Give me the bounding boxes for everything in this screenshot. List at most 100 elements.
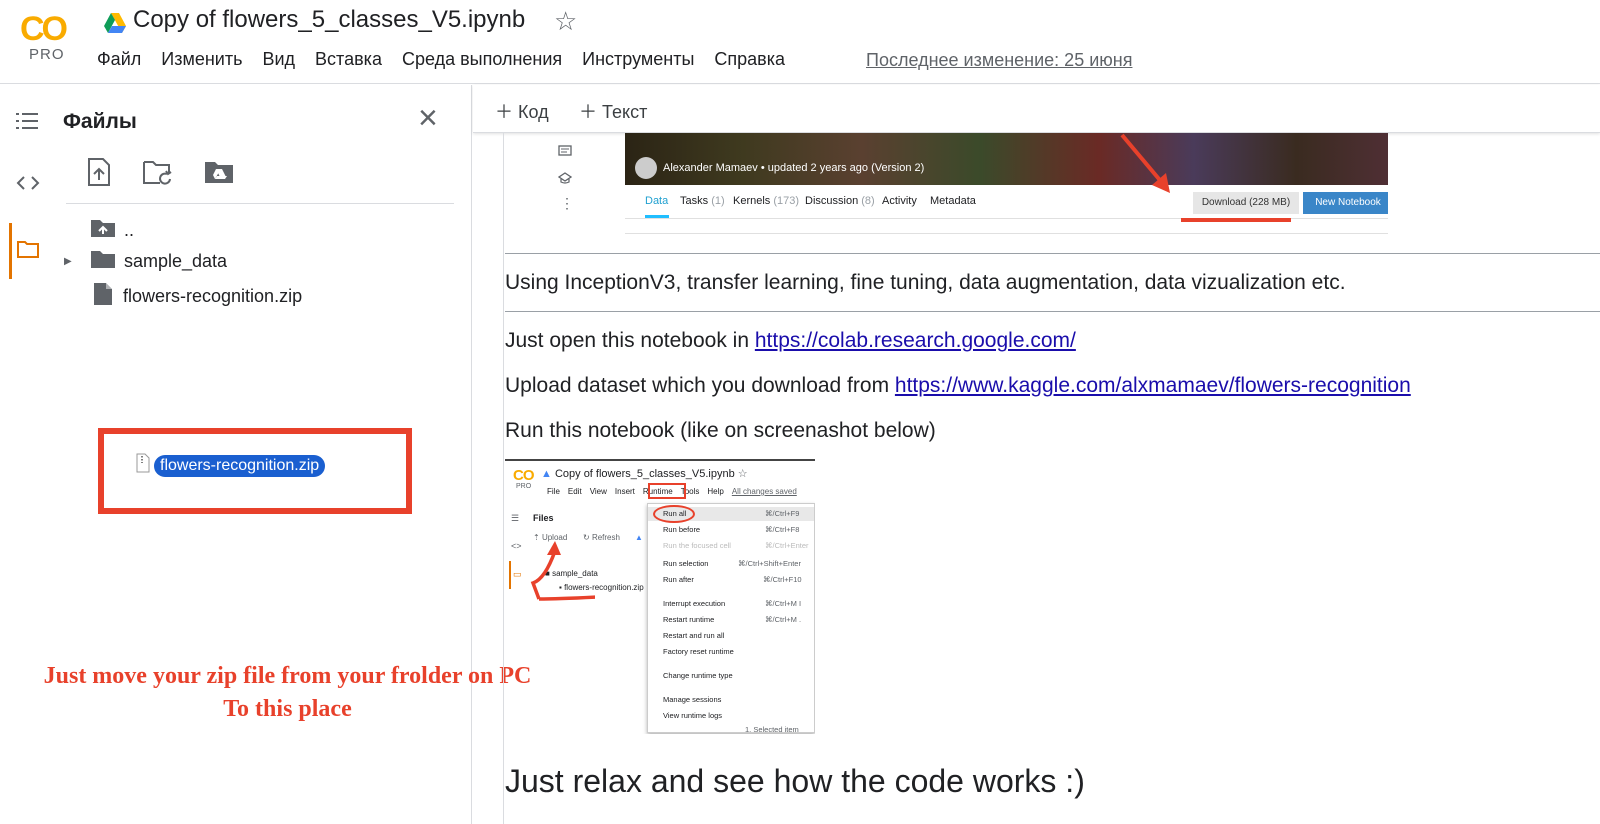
files-divider xyxy=(66,203,454,204)
file-icon xyxy=(93,282,113,311)
section-divider xyxy=(505,253,1600,254)
kaggle-tab-metadata: Metadata xyxy=(930,195,976,207)
rail-active-indicator xyxy=(9,223,12,279)
tree-item-label: sample_data xyxy=(124,251,228,271)
kaggle-tab-data: Data xyxy=(645,195,669,207)
runtime-menu-screenshot: CO PRO ▲ Copy of flowers_5_classes_V5.ip… xyxy=(505,459,815,734)
run-notebook-text: Run this notebook (like on screenashot b… xyxy=(505,419,936,442)
comment-icon xyxy=(558,145,572,162)
colab-link[interactable]: https://colab.research.google.com/ xyxy=(755,329,1076,352)
dragged-file-name: flowers-recognition.zip xyxy=(154,454,326,477)
tree-item-sample-data[interactable]: ▶ sample_data xyxy=(64,249,227,274)
active-tab-underline xyxy=(645,215,669,218)
mini-title: ▲ Copy of flowers_5_classes_V5.ipynb ☆ xyxy=(541,468,748,480)
tree-item-label: flowers-recognition.zip xyxy=(123,286,303,306)
mini-dd-item: Interrupt execution xyxy=(663,599,726,608)
mini-dd-item: Manage sessions xyxy=(663,695,722,704)
kaggle-author-line: Alexander Mamaev • updated 2 years ago (… xyxy=(663,162,925,174)
mini-red-arrow xyxy=(530,541,595,601)
app-header: CO PRO Copy of flowers_5_classes_V5.ipyn… xyxy=(0,0,1600,84)
menu-insert[interactable]: Вставка xyxy=(315,49,382,70)
menu-file[interactable]: Файл xyxy=(97,49,141,70)
mini-star-icon: ☆ xyxy=(737,468,748,480)
notebook-title[interactable]: Copy of flowers_5_classes_V5.ipynb xyxy=(133,6,525,34)
mini-folder-icon: ▭ xyxy=(513,569,522,579)
upload-dataset-text: Upload dataset which you download from h… xyxy=(505,374,1411,398)
mini-footer: 1. Selected item xyxy=(745,725,799,734)
mini-toc-icon: ☰ xyxy=(511,513,520,523)
refresh-folder-icon[interactable] xyxy=(142,159,174,192)
add-text-button[interactable]: ＋ Текст xyxy=(579,98,647,124)
mini-drive-icon: ▲ xyxy=(635,533,643,542)
close-icon[interactable]: × xyxy=(418,99,438,138)
notebook-main: ＋ Код ＋ Текст ⋮ Alexander Mamaev • updat… xyxy=(473,85,1600,824)
mini-dd-shortcut: ⌘/Ctrl+Shift+Enter xyxy=(738,559,801,568)
dragged-file-chip[interactable]: flowers-recognition.zip xyxy=(136,453,326,478)
files-folder-icon[interactable] xyxy=(16,239,40,265)
open-notebook-text: Just open this notebook in https://colab… xyxy=(505,329,1076,353)
add-code-button[interactable]: ＋ Код xyxy=(495,98,549,124)
mini-files-label: Files xyxy=(533,513,554,523)
mini-dd-item: View runtime logs xyxy=(663,711,723,720)
add-code-label: Код xyxy=(518,102,549,122)
plus-icon: ＋ xyxy=(579,102,597,122)
kaggle-tab-discussion: Discussion (8) xyxy=(805,195,875,207)
mini-dd-item: Restart and run all xyxy=(663,631,725,640)
mini-dd-item: Factory reset runtime xyxy=(663,647,734,656)
mini-dd-item: Restart runtime xyxy=(663,615,715,624)
intro-text: Using InceptionV3, transfer learning, fi… xyxy=(505,271,1346,294)
section-divider xyxy=(505,311,1600,312)
mini-dd-shortcut: ⌘/Ctrl+Enter xyxy=(765,541,809,550)
mini-dd-shortcut: ⌘/Ctrl+F9 xyxy=(765,509,800,518)
download-highlight-underline xyxy=(1181,218,1291,222)
mini-dd-item: Change runtime type xyxy=(663,671,733,680)
menu-tools[interactable]: Инструменты xyxy=(582,49,694,70)
kaggle-link[interactable]: https://www.kaggle.com/alxmamaev/flowers… xyxy=(895,374,1411,397)
kaggle-tab-tasks: Tasks (1) xyxy=(680,195,725,207)
tree-item-label: .. xyxy=(124,220,135,240)
mini-dd-item: Run the focused cell xyxy=(663,541,731,550)
upload-dataset-prefix: Upload dataset which you download from xyxy=(505,374,895,397)
open-notebook-prefix: Just open this notebook in xyxy=(505,329,755,352)
mini-logo-pro: PRO xyxy=(516,483,532,490)
kaggle-tab-kernels: Kernels (173) xyxy=(733,195,800,207)
menu-view[interactable]: Вид xyxy=(262,49,295,70)
plus-icon: ＋ xyxy=(495,102,513,122)
menu-runtime[interactable]: Среда выполнения xyxy=(402,49,562,70)
notebook-toolbar: ＋ Код ＋ Текст xyxy=(473,85,1600,133)
kaggle-divider xyxy=(625,233,1388,234)
star-icon[interactable]: ☆ xyxy=(554,6,577,37)
menu-help[interactable]: Справка xyxy=(714,49,785,70)
mini-logo: CO xyxy=(513,467,534,484)
mini-code-icon: <> xyxy=(511,541,522,551)
final-heading: Just relax and see how the code works :) xyxy=(505,763,1085,799)
mini-dd-item: Run after xyxy=(663,575,694,584)
add-text-label: Текст xyxy=(602,102,648,122)
mount-drive-icon[interactable] xyxy=(204,159,234,190)
mini-drive-icon: ▲ xyxy=(541,468,552,480)
upload-file-icon[interactable] xyxy=(86,157,112,192)
colab-pro-logo[interactable]: CO PRO xyxy=(20,10,78,64)
folder-icon xyxy=(90,249,116,274)
red-arrow-annotation xyxy=(1120,133,1170,193)
zip-file-icon xyxy=(136,453,150,478)
table-of-contents-icon[interactable] xyxy=(16,111,40,137)
last-edit-link[interactable]: Последнее изменение: 25 июня xyxy=(866,50,1132,71)
code-snippets-icon[interactable] xyxy=(16,173,40,199)
menu-edit[interactable]: Изменить xyxy=(161,49,242,70)
expand-arrow-icon[interactable]: ▶ xyxy=(64,256,90,267)
menu-bar: Файл Изменить Вид Вставка Среда выполнен… xyxy=(97,49,805,70)
mini-dd-shortcut: ⌘/Ctrl+F8 xyxy=(765,525,800,534)
tree-item-zip-file[interactable]: flowers-recognition.zip xyxy=(93,282,302,311)
files-panel-title: Файлы xyxy=(63,110,137,133)
kaggle-screenshot-image: ⋮ Alexander Mamaev • updated 2 years ago… xyxy=(508,133,1388,328)
cell-left-border xyxy=(503,133,504,824)
more-vert-icon: ⋮ xyxy=(560,195,574,211)
google-drive-icon xyxy=(103,12,127,39)
logo-co-text: CO xyxy=(20,10,68,48)
tree-item-parent[interactable]: .. xyxy=(90,218,134,243)
kaggle-new-notebook-button: New Notebook xyxy=(1303,192,1388,214)
kaggle-tab-activity: Activity xyxy=(882,195,917,207)
mini-dd-item: Run selection xyxy=(663,559,709,568)
kaggle-tabs: Data Tasks (1) Kernels (173) Discussion … xyxy=(625,185,1388,222)
